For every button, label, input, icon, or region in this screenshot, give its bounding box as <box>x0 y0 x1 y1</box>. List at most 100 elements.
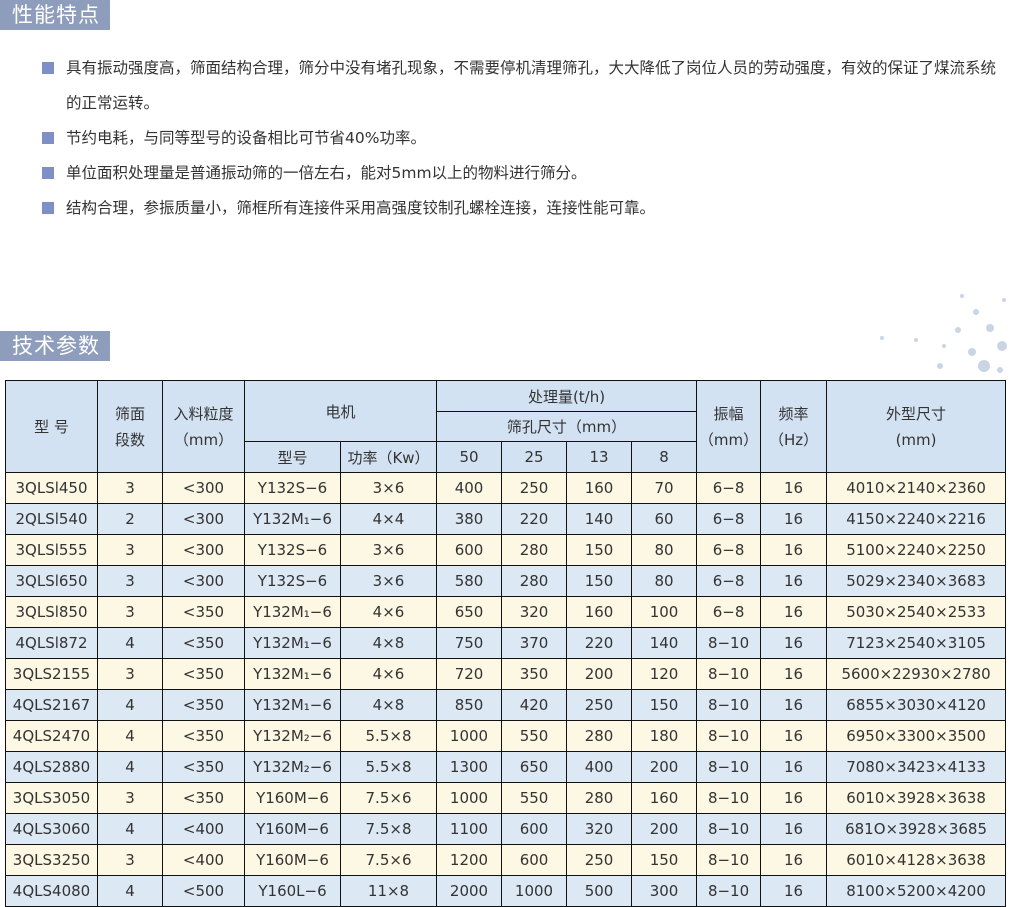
cell-cap-13: 500 <box>566 875 633 907</box>
table-row: 4QLS3060 4 <400 Y160M−6 7.5×8 1100 600 320 200 8−… <box>5 813 1007 845</box>
cell-cap-13: 150 <box>566 565 633 597</box>
cell-cap-13: 200 <box>566 658 633 690</box>
cell-motor-power: 3×6 <box>339 472 438 504</box>
cell-frequency: 16 <box>760 844 828 876</box>
cell-feed-size: <300 <box>162 503 245 535</box>
bullet-square-icon <box>42 167 54 179</box>
cell-cap-25: 220 <box>501 503 568 535</box>
feature-text: 节约电耗，与同等型号的设备相比可节省40%功率。 <box>66 129 426 147</box>
cell-cap-25: 350 <box>501 658 568 690</box>
cell-cap-8: 200 <box>631 751 698 783</box>
cell-deck-count: 4 <box>97 689 163 721</box>
cell-deck-count: 3 <box>97 844 163 876</box>
cell-model: 3QLSl650 <box>5 565 98 597</box>
feature-list: 具有振动强度高，筛面结构合理，筛分中没有堵孔现象，不需要停机清理筛孔，大大降低了… <box>42 51 1002 226</box>
header-aperture-13: 13 <box>566 441 633 473</box>
header-deck-line2: 段数 <box>114 430 145 449</box>
cell-motor-model: Y132M₂−6 <box>244 720 341 752</box>
cell-dimensions: 7123×2540×3105 <box>826 627 1007 659</box>
cell-model: 2QLSl540 <box>5 503 98 535</box>
cell-cap-25: 250 <box>501 472 568 504</box>
cell-motor-power: 5.5×8 <box>339 720 438 752</box>
cell-cap-13: 140 <box>566 503 633 535</box>
cell-frequency: 16 <box>760 503 828 535</box>
header-aperture-25: 25 <box>501 441 568 473</box>
table-row: 3QLSl850 3 <350 Y132M₁−6 4×6 650 320 160 100 6−8 1… <box>5 596 1007 628</box>
cell-cap-8: 100 <box>631 596 698 628</box>
cell-frequency: 16 <box>760 472 828 504</box>
cell-feed-size: <350 <box>162 720 245 752</box>
cell-motor-model: Y132S−6 <box>244 534 341 566</box>
cell-amplitude: 8−10 <box>696 689 762 721</box>
cell-dimensions: 5100×2240×2250 <box>826 534 1007 566</box>
cell-motor-power: 4×4 <box>339 503 438 535</box>
cell-motor-power: 4×6 <box>339 596 438 628</box>
cell-model: 4QLS2880 <box>5 751 98 783</box>
cell-cap-8: 200 <box>631 813 698 845</box>
cell-cap-50: 720 <box>436 658 503 690</box>
table-row: 4QLS4080 4 <500 Y160L−6 11×8 2000 1000 500 300 8−… <box>5 875 1007 907</box>
cell-cap-50: 850 <box>436 689 503 721</box>
cell-amplitude: 8−10 <box>696 720 762 752</box>
cell-model: 4QLS2470 <box>5 720 98 752</box>
header-amplitude: 振幅 （mm） <box>696 380 762 473</box>
cell-model: 3QLSl555 <box>5 534 98 566</box>
cell-frequency: 16 <box>760 782 828 814</box>
cell-cap-8: 160 <box>631 782 698 814</box>
cell-cap-50: 1000 <box>436 782 503 814</box>
cell-amplitude: 8−10 <box>696 627 762 659</box>
cell-cap-50: 650 <box>436 596 503 628</box>
header-freq-line2: （Hz） <box>768 430 819 449</box>
cell-motor-model: Y132M₂−6 <box>244 751 341 783</box>
cell-dimensions: 5029×2340×3683 <box>826 565 1007 597</box>
cell-dimensions: 8100×5200×4200 <box>826 875 1007 907</box>
cell-feed-size: <300 <box>162 472 245 504</box>
cell-amplitude: 8−10 <box>696 658 762 690</box>
cell-model: 3QLS3250 <box>5 844 98 876</box>
cell-cap-13: 320 <box>566 813 633 845</box>
cell-motor-power: 5.5×8 <box>339 751 438 783</box>
cell-motor-model: Y160M−6 <box>244 844 341 876</box>
header-amp-line1: 振幅 <box>713 404 744 423</box>
header-feed-size: 入料粒度 （mm） <box>162 380 245 473</box>
cell-cap-25: 320 <box>501 596 568 628</box>
bullet-square-icon <box>42 202 54 214</box>
header-dimensions: 外型尺寸 (mm) <box>826 380 1007 473</box>
header-frequency: 频率 （Hz） <box>760 380 828 473</box>
cell-cap-25: 280 <box>501 565 568 597</box>
header-motor-model: 型号 <box>244 441 341 473</box>
cell-dimensions: 681O×3928×3685 <box>826 813 1007 845</box>
cell-cap-13: 250 <box>566 844 633 876</box>
cell-motor-power: 7.5×6 <box>339 844 438 876</box>
cell-cap-50: 580 <box>436 565 503 597</box>
cell-feed-size: <400 <box>162 813 245 845</box>
header-deck-count: 筛面 段数 <box>97 380 163 473</box>
cell-motor-power: 7.5×8 <box>339 813 438 845</box>
cell-motor-power: 4×6 <box>339 658 438 690</box>
cell-cap-50: 400 <box>436 472 503 504</box>
cell-motor-power: 3×6 <box>339 534 438 566</box>
cell-deck-count: 4 <box>97 813 163 845</box>
cell-cap-25: 600 <box>501 844 568 876</box>
cell-model: 4QLSl872 <box>5 627 98 659</box>
cell-feed-size: <350 <box>162 782 245 814</box>
table-row: 2QLSl540 2 <300 Y132M₁−6 4×4 380 220 140 60 6−8 16… <box>5 503 1007 535</box>
header-dim-line2: (mm) <box>895 430 937 449</box>
table-row: 4QLS2880 4 <350 Y132M₂−6 5.5×8 1300 650 400 200 8… <box>5 751 1007 783</box>
cell-cap-25: 550 <box>501 720 568 752</box>
cell-dimensions: 7080×3423×4133 <box>826 751 1007 783</box>
header-deck-line1: 筛面 <box>114 404 145 423</box>
cell-amplitude: 8−10 <box>696 751 762 783</box>
cell-cap-50: 1200 <box>436 844 503 876</box>
cell-cap-13: 400 <box>566 751 633 783</box>
cell-amplitude: 8−10 <box>696 875 762 907</box>
cell-motor-power: 4×8 <box>339 627 438 659</box>
cell-dimensions: 4150×2240×2216 <box>826 503 1007 535</box>
table-row: 4QLSl872 4 <350 Y132M₁−6 4×8 750 370 220 140 8−10… <box>5 627 1007 659</box>
cell-deck-count: 3 <box>97 472 163 504</box>
feature-item: 节约电耗，与同等型号的设备相比可节省40%功率。 <box>42 121 1002 156</box>
cell-frequency: 16 <box>760 875 828 907</box>
cell-model: 4QLS4080 <box>5 875 98 907</box>
cell-cap-50: 1100 <box>436 813 503 845</box>
cell-dimensions: 5030×2540×2533 <box>826 596 1007 628</box>
